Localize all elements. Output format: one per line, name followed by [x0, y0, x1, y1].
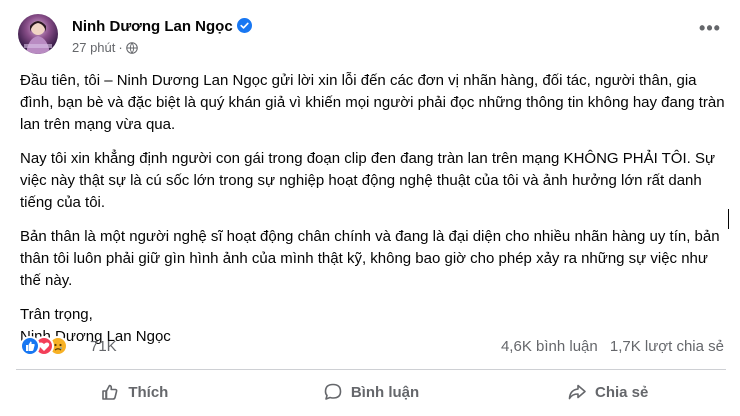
post-paragraph: Bản thân là một người nghệ sĩ hoạt động …	[20, 228, 720, 289]
comment-button-label: Bình luận	[350, 383, 420, 401]
post-paragraph: Nay tôi xin khẳng định người con gái tro…	[20, 150, 716, 211]
author-name-text[interactable]: Ninh Dương Lan Ngọc	[72, 18, 233, 35]
post-meta: 27 phút ·	[72, 40, 138, 55]
share-count[interactable]: 1,7K lượt chia sẻ	[610, 338, 724, 355]
text-cursor	[728, 209, 729, 229]
like-button[interactable]: Thích	[16, 372, 253, 412]
reaction-icons[interactable]	[20, 336, 82, 356]
comment-icon	[324, 383, 342, 400]
like-icon[interactable]	[20, 336, 40, 356]
comment-count[interactable]: 4,6K bình luận	[501, 338, 598, 355]
meta-separator: ·	[118, 40, 123, 55]
globe-icon[interactable]	[125, 42, 138, 54]
reaction-count[interactable]: 71K	[90, 338, 117, 355]
author-avatar[interactable]	[18, 14, 58, 54]
engagement-stats: 4,6K bình luận 1,7K lượt chia sẻ	[501, 338, 724, 355]
facebook-post: Ninh Dương Lan Ngọc 27 phút · ••• Đầu tiê…	[0, 0, 740, 416]
post-actions: Thích Bình luận Chia sẻ	[16, 372, 726, 412]
post-time[interactable]: 27 phút	[72, 40, 115, 55]
actions-divider	[16, 369, 726, 370]
post-signoff: Trân trọng,	[20, 306, 93, 323]
author-name[interactable]: Ninh Dương Lan Ngọc	[72, 18, 252, 35]
share-button[interactable]: Chia sẻ	[489, 372, 726, 412]
post-paragraph: Đầu tiên, tôi – Ninh Dương Lan Ngọc gửi …	[20, 72, 725, 133]
thumbs-up-icon	[102, 384, 118, 400]
verified-badge-icon	[236, 18, 252, 33]
reactions-bar: 71K 4,6K bình luận 1,7K lượt chia sẻ	[20, 336, 732, 358]
more-options-icon[interactable]: •••	[698, 19, 722, 44]
post-header: Ninh Dương Lan Ngọc 27 phút · •••	[16, 12, 724, 56]
share-button-label: Chia sẻ	[595, 383, 649, 401]
share-icon	[568, 384, 586, 400]
post-content: Đầu tiên, tôi – Ninh Dương Lan Ngọc gửi …	[20, 70, 732, 348]
comment-button[interactable]: Bình luận	[253, 372, 490, 412]
like-button-label: Thích	[128, 383, 169, 401]
